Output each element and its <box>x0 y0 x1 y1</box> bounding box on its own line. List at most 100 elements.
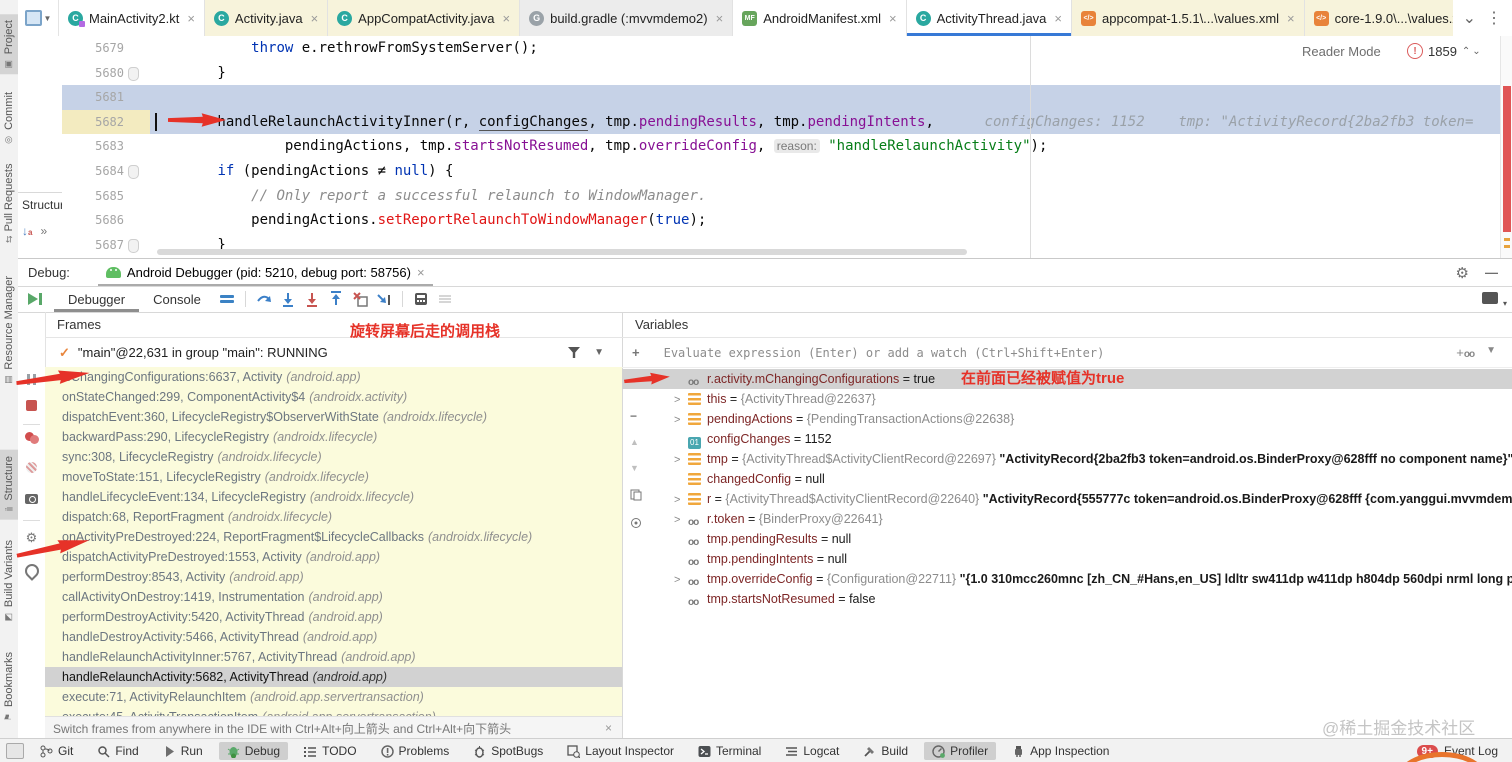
close-icon[interactable]: × <box>889 11 897 26</box>
variable-row[interactable]: 01configChanges = 1152 <box>622 429 1512 449</box>
frame-row[interactable]: onStateChanged:299, ComponentActivity$4(… <box>45 387 622 407</box>
tab-appcompat-1-5-1-values-xml[interactable]: </>appcompat-1.5.1\...\values.xml× <box>1072 0 1305 36</box>
statusbar-item-find[interactable]: Find <box>89 742 146 760</box>
close-icon[interactable]: × <box>605 721 612 735</box>
step-out-icon[interactable] <box>324 288 348 310</box>
frame-row[interactable]: execute:71, ActivityRelaunchItem(android… <box>45 687 622 707</box>
variable-row[interactable]: ootmp.pendingResults = null <box>622 529 1512 549</box>
tab-options-button[interactable]: ▼ <box>18 0 59 36</box>
minimize-icon[interactable]: — <box>1485 265 1498 280</box>
frame-row[interactable]: performDestroy:8543, Activity(android.ap… <box>45 567 622 587</box>
variable-row[interactable]: ootmp.startsNotResumed = false <box>622 589 1512 609</box>
frame-row[interactable]: handleLifecycleEvent:134, LifecycleRegis… <box>45 487 622 507</box>
frame-row[interactable]: callActivityOnDestroy:1419, Instrumentat… <box>45 587 622 607</box>
restore-layout-icon[interactable] <box>1482 292 1498 307</box>
stripe-item-resource-manager[interactable]: ▤Resource Manager <box>0 270 18 390</box>
statusbar-item-layout-inspector[interactable]: Layout Inspector <box>559 742 682 760</box>
statusbar-item-logcat[interactable]: Logcat <box>777 742 847 760</box>
tab-appcompatactivity-java[interactable]: CAppCompatActivity.java× <box>328 0 520 36</box>
line-number[interactable]: 5685 <box>62 184 150 209</box>
code-editor[interactable]: 5679 throw e.rethrowFromSystemServer();5… <box>62 36 1500 258</box>
frame-row[interactable]: performDestroyActivity:5420, ActivityThr… <box>45 607 622 627</box>
evaluate-expression-icon[interactable] <box>409 288 433 310</box>
frame-row[interactable]: dispatch:68, ReportFragment(androidx.lif… <box>45 507 622 527</box>
pin-icon[interactable] <box>18 564 45 578</box>
trace-settings-icon[interactable] <box>433 288 457 310</box>
resume-button[interactable] <box>28 293 38 305</box>
line-number[interactable]: 5679 <box>62 36 150 61</box>
frame-row[interactable]: isChangingConfigurations:6637, Activity(… <box>45 367 622 387</box>
expand-chevron-icon[interactable]: > <box>674 510 688 529</box>
debug-session-tab[interactable]: Android Debugger (pid: 5210, debug port:… <box>98 259 433 286</box>
stripe-item-build-variants[interactable]: ◩Build Variants <box>0 534 18 627</box>
variable-row[interactable]: changedConfig = null <box>622 469 1512 489</box>
frame-row[interactable]: handleDestroyActivity:5466, ActivityThre… <box>45 627 622 647</box>
variable-row[interactable]: >this = {ActivityThread@22637} <box>622 389 1512 409</box>
tab-activitythread-java[interactable]: CActivityThread.java× <box>907 0 1072 36</box>
debugger-tab-console[interactable]: Console <box>139 286 215 312</box>
frame-row[interactable]: handleRelaunchActivity:5682, ActivityThr… <box>45 667 622 687</box>
statusbar-item-build[interactable]: Build <box>855 742 916 760</box>
filter-funnel-icon[interactable] <box>568 347 580 358</box>
statusbar-item-terminal[interactable]: Terminal <box>690 742 769 760</box>
close-icon[interactable]: × <box>311 11 319 26</box>
error-stripe-marker[interactable] <box>1503 86 1511 232</box>
warning-stripe-marker[interactable] <box>1504 238 1510 241</box>
line-number[interactable]: 5686 <box>62 208 150 233</box>
frame-row[interactable]: dispatchActivityPreDestroyed:1553, Activ… <box>45 547 622 567</box>
close-icon[interactable]: × <box>503 11 511 26</box>
expand-chevron-icon[interactable]: > <box>674 410 688 429</box>
thread-dump-camera-icon[interactable] <box>18 494 45 504</box>
close-icon[interactable]: × <box>417 265 425 280</box>
view-breakpoints-icon[interactable] <box>18 432 45 444</box>
tool-window-switcher-icon[interactable] <box>6 743 24 759</box>
prev-next-error-icons[interactable]: ⌃⌄ <box>1462 46 1483 57</box>
run-to-cursor-icon[interactable] <box>372 288 396 310</box>
expand-chevron-icon[interactable]: > <box>674 390 688 409</box>
statusbar-item-spotbugs[interactable]: SpotBugs <box>465 742 551 760</box>
statusbar-item-todo[interactable]: TODO <box>296 742 364 760</box>
frame-row[interactable]: dispatchEvent:360, LifecycleRegistry$Obs… <box>45 407 622 427</box>
gear-icon[interactable]: ⚙ <box>1456 264 1469 282</box>
stripe-item-bookmarks[interactable]: ⚑Bookmarks <box>0 646 18 727</box>
frame-row[interactable]: sync:308, LifecycleRegistry(androidx.lif… <box>45 447 622 467</box>
more-icon[interactable]: » <box>40 224 47 238</box>
expand-chevron-icon[interactable]: > <box>674 450 688 469</box>
variable-row[interactable]: oor.activity.mChangingConfigurations = t… <box>622 369 1512 389</box>
stripe-item-commit[interactable]: ◎Commit <box>0 86 18 150</box>
statusbar-item-git[interactable]: Git <box>32 742 81 760</box>
inspection-widget[interactable]: ! 1859 ⌃⌄ <box>1407 43 1483 59</box>
thread-selector[interactable]: ✓ "main"@22,631 in group "main": RUNNING… <box>45 338 622 367</box>
variable-row[interactable]: >ootmp.overrideConfig = {Configuration@2… <box>622 569 1512 589</box>
sort-icon[interactable]: ↓a <box>22 224 32 238</box>
tab-androidmanifest-xml[interactable]: MFAndroidManifest.xml× <box>733 0 906 36</box>
stripe-item-project[interactable]: ▣Project <box>0 14 18 74</box>
statusbar-item-problems[interactable]: Problems <box>373 742 458 760</box>
step-into-icon[interactable] <box>276 288 300 310</box>
tab-mainactivity2-kt[interactable]: CMainActivity2.kt× <box>59 0 205 36</box>
tab-activity-java[interactable]: CActivity.java× <box>205 0 328 36</box>
editor-horizontal-scrollbar[interactable] <box>157 249 967 255</box>
statusbar-item-app-inspection[interactable]: App Inspection <box>1004 742 1117 760</box>
variable-row[interactable]: >r = {ActivityThread$ActivityClientRecor… <box>622 489 1512 509</box>
layout-settings-icon[interactable] <box>215 288 239 310</box>
expand-chevron-icon[interactable]: > <box>674 570 688 589</box>
stop-icon[interactable] <box>18 400 45 411</box>
frame-row[interactable]: handleRelaunchActivityInner:5767, Activi… <box>45 647 622 667</box>
tabs-chevron-icon[interactable]: ⌄ <box>1463 8 1476 28</box>
tabs-kebab-icon[interactable]: ⋮ <box>1486 8 1502 28</box>
warning-stripe-marker[interactable] <box>1504 245 1510 248</box>
tab-build-gradle-mvvmdemo2-[interactable]: Gbuild.gradle (:mvvmdemo2)× <box>520 0 733 36</box>
frame-row[interactable]: backwardPass:290, LifecycleRegistry(andr… <box>45 427 622 447</box>
line-number[interactable]: 5683 <box>62 134 150 159</box>
statusbar-item-profiler[interactable]: Profiler <box>924 742 996 760</box>
statusbar-item-run[interactable]: Run <box>155 742 211 760</box>
close-icon[interactable]: × <box>1054 11 1062 26</box>
debugger-tab-debugger[interactable]: Debugger <box>54 286 139 312</box>
line-number[interactable]: 5681 <box>62 85 150 110</box>
reader-mode-toggle[interactable]: Reader Mode <box>1302 44 1381 59</box>
add-watch-icon[interactable]: +oo <box>1456 345 1474 360</box>
force-step-into-icon[interactable] <box>300 288 324 310</box>
frame-row[interactable]: moveToState:151, LifecycleRegistry(andro… <box>45 467 622 487</box>
close-icon[interactable]: × <box>716 11 724 26</box>
